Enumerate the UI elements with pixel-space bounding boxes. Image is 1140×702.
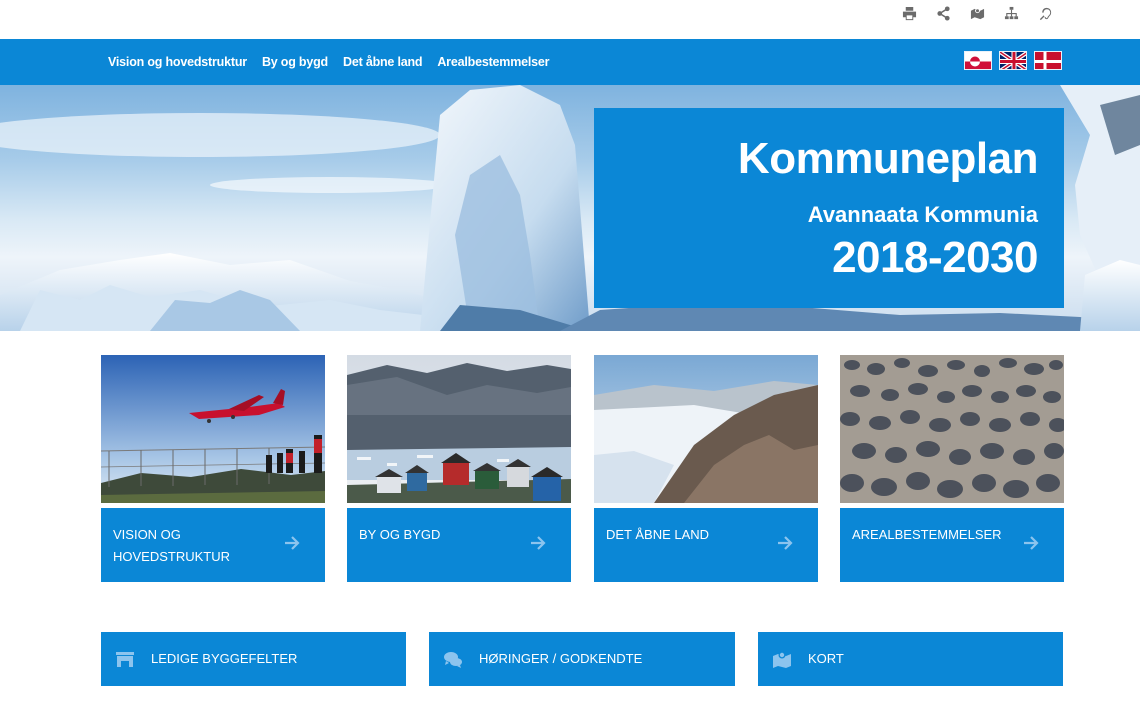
comments-icon <box>443 649 463 669</box>
store-icon <box>115 649 135 669</box>
glacier-photo <box>594 355 818 503</box>
card-label: BY OG BYGD <box>359 527 441 542</box>
main-navigation: Vision og hovedstruktur By og bygd Det å… <box>0 39 1140 85</box>
card-label: VISION OG HOVEDSTRUKTUR <box>113 527 231 564</box>
arrow-right-icon <box>283 534 301 552</box>
quick-link-label: HØRINGER / GODKENDTE <box>479 651 643 666</box>
nav-arealbestemmelser[interactable]: Arealbestemmelser <box>437 55 549 69</box>
top-utility-bar <box>0 0 1140 39</box>
card-label-box: DET ÅBNE LAND <box>594 508 818 582</box>
map-icon <box>772 649 792 669</box>
stones-photo <box>840 355 1064 503</box>
map-icon[interactable] <box>960 3 994 23</box>
nav-links: Vision og hovedstruktur By og bygd Det å… <box>108 39 550 85</box>
denmark-flag[interactable] <box>1034 51 1062 70</box>
uk-flag[interactable] <box>999 51 1027 70</box>
card-label-box: VISION OG HOVEDSTRUKTUR <box>101 508 325 582</box>
card-vision[interactable]: VISION OG HOVEDSTRUKTUR <box>101 355 325 582</box>
ledige-byggefelter-button[interactable]: LEDIGE BYGGEFELTER <box>101 632 406 686</box>
quick-link-label: KORT <box>808 651 844 666</box>
arrow-right-icon <box>1022 534 1040 552</box>
language-flags <box>964 51 1062 70</box>
arrow-right-icon <box>776 534 794 552</box>
card-label-box: BY OG BYGD <box>347 508 571 582</box>
nav-det-aabne-land[interactable]: Det åbne land <box>343 55 423 69</box>
hearing-icon[interactable] <box>1028 3 1062 23</box>
hoeringer-button[interactable]: HØRINGER / GODKENDTE <box>429 632 735 686</box>
card-by-og-bygd[interactable]: BY OG BYGD <box>347 355 571 582</box>
card-label-box: AREALBESTEMMELSER <box>840 508 1064 582</box>
hero-title: Kommuneplan <box>737 134 1039 183</box>
airplane-photo <box>101 355 325 503</box>
card-arealbestemmelser[interactable]: AREALBESTEMMELSER <box>840 355 1064 582</box>
quick-link-label: LEDIGE BYGGEFELTER <box>151 651 298 666</box>
hero-years: 2018-2030 <box>832 233 1038 282</box>
hero-subtitle: Avannaata Kommunia <box>807 202 1038 227</box>
card-det-aabne-land[interactable]: DET ÅBNE LAND <box>594 355 818 582</box>
hero-banner: Kommuneplan Avannaata Kommunia 2018-2030 <box>0 85 1140 331</box>
print-icon[interactable] <box>892 3 926 23</box>
greenland-flag[interactable] <box>964 51 992 70</box>
town-photo <box>347 355 571 503</box>
card-label: AREALBESTEMMELSER <box>852 527 1002 542</box>
kort-button[interactable]: KORT <box>758 632 1063 686</box>
arrow-right-icon <box>529 534 547 552</box>
card-label: DET ÅBNE LAND <box>606 527 710 542</box>
topic-cards: VISION OG HOVEDSTRUKTUR BY OG BYGD DET Å… <box>101 355 1064 582</box>
utility-icons <box>892 3 1062 23</box>
share-icon[interactable] <box>926 3 960 23</box>
sitemap-icon[interactable] <box>994 3 1028 23</box>
hero-title-box: Kommuneplan Avannaata Kommunia 2018-2030 <box>594 108 1064 308</box>
nav-by-og-bygd[interactable]: By og bygd <box>262 55 328 69</box>
quick-links: LEDIGE BYGGEFELTER HØRINGER / GODKENDTE … <box>101 632 1063 686</box>
nav-vision[interactable]: Vision og hovedstruktur <box>108 55 247 69</box>
